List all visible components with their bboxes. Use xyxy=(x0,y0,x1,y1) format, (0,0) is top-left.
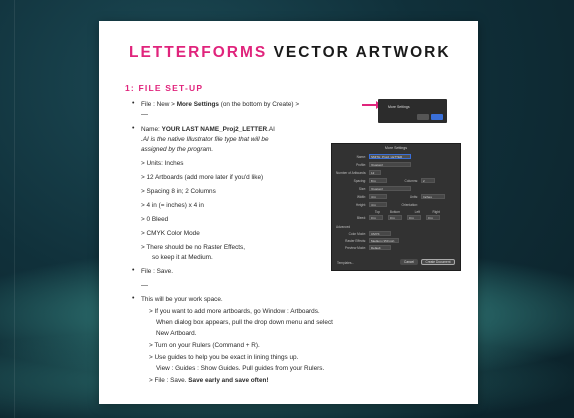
dialog-label: Size: xyxy=(358,187,366,191)
dialog-advanced: Advanced xyxy=(336,224,456,230)
text-file-save: File : Save. xyxy=(141,268,173,275)
dialog-advanced-label: Advanced xyxy=(336,225,351,229)
bullet: • xyxy=(132,100,135,107)
text-file-save-2: > File : Save. xyxy=(149,377,189,384)
dialog-label: Width: xyxy=(356,195,366,199)
dialog-size-field: [Custom] xyxy=(369,186,411,191)
dialog-row-bleed: Bleed: 0 in 0 in 0 in 0 in xyxy=(336,215,456,221)
text-new-artboard: New Artboard. xyxy=(156,330,197,337)
dialog-row-size: Size: [Custom] xyxy=(336,186,456,192)
thumb-cancel-button xyxy=(417,114,429,120)
more-settings-dialog: More Settings Name: SMITH_Proj2_LETTER P… xyxy=(331,143,461,271)
text-raster: > There should be no Raster Effects, xyxy=(141,244,246,251)
thumb-label: More Settings xyxy=(388,105,410,109)
dialog-bleed-header: Left xyxy=(414,210,420,214)
dialog-row-preview: Preview Mode: Default xyxy=(336,245,456,251)
text-rulers: > Turn on your Rulers (Command + R). xyxy=(149,342,260,349)
dialog-label: Profile: xyxy=(356,163,366,167)
text-show-guides: View : Guides : Show Guides. Pull guides… xyxy=(156,365,325,372)
separator-dash xyxy=(141,285,148,286)
background: LETTERFORMS VECTOR ARTWORK 1: FILE SET-U… xyxy=(0,0,574,418)
dialog-units-label: Units: xyxy=(409,195,418,199)
text-file-new: File : New > xyxy=(141,101,177,108)
dialog-bleed-header: Right xyxy=(432,210,440,214)
text-name-label: Name: xyxy=(141,126,162,133)
dialog-bleed-field: 0 in xyxy=(407,215,421,220)
bullet: • xyxy=(132,125,135,132)
text-more-settings: More Settings xyxy=(176,101,219,108)
more-settings-screenshot: More Settings xyxy=(378,99,447,123)
dialog-bleed-header: Bottom xyxy=(389,210,400,214)
dialog-row-spacing: Spacing: 8 in Columns: 2 xyxy=(336,178,456,184)
dialog-profile-field: [Custom] xyxy=(369,162,411,167)
dialog-row-name: Name: SMITH_Proj2_LETTER xyxy=(336,154,456,160)
text-size: > 4 in (= inches) x 4 in xyxy=(141,202,204,209)
dialog-width-field: 4 in xyxy=(369,194,387,199)
text-save-early: Save early and save often! xyxy=(188,377,269,384)
dialog-preview-field: Default xyxy=(369,245,391,250)
dialog-label: Number of Artboards: xyxy=(336,171,367,175)
dialog-row-height: Height: 4 in Orientation: xyxy=(336,202,456,208)
separator-dash xyxy=(141,114,148,115)
step-new-file: File : New > More Settings (on the botto… xyxy=(141,100,299,109)
text-work-space: This will be your work space. xyxy=(141,296,223,303)
dialog-row-profile: Profile: [Custom] xyxy=(336,162,456,168)
text-dialog-note: When dialog box appears, pull the drop d… xyxy=(156,319,333,326)
dialog-columns-label: Columns: xyxy=(404,179,418,183)
dialog-label: Spacing: xyxy=(353,179,366,183)
dialog-cancel-button: Cancel xyxy=(400,259,418,265)
dialog-color-mode-field: CMYK xyxy=(369,231,391,236)
dialog-row-width: Width: 4 in Units: Inches xyxy=(336,194,456,200)
text-spacing: > Spacing 8 in; 2 Columns xyxy=(141,188,216,195)
dialog-spacing-field: 8 in xyxy=(369,178,387,183)
thumb-create-button xyxy=(431,114,443,120)
dialog-name-field: SMITH_Proj2_LETTER xyxy=(369,154,411,159)
title-part-1: LETTERFORMS xyxy=(129,44,268,61)
dialog-bleed-header: Top xyxy=(374,210,380,214)
dialog-orientation-label: Orientation: xyxy=(401,203,418,207)
text-guides: > Use guides to help you be exact in lin… xyxy=(149,354,299,361)
title-part-2: VECTOR ARTWORK xyxy=(273,44,451,61)
page-title: LETTERFORMS VECTOR ARTWORK xyxy=(129,44,451,62)
dialog-artboards-field: 12 xyxy=(369,170,381,175)
dialog-label: Height: xyxy=(355,203,366,207)
dialog-units-field: Inches xyxy=(421,194,445,199)
text-bleed: > 0 Bleed xyxy=(141,216,169,223)
step-name: Name: YOUR LAST NAME_Proj2_LETTER.AI xyxy=(141,125,275,134)
dialog-row-color-mode: Color Mode: CMYK xyxy=(336,231,456,237)
dialog-create-button: Create Document xyxy=(421,259,455,265)
text-bottom-note: (on the bottom by Create) > xyxy=(218,101,300,108)
dialog-row-raster: Raster Effects: Medium (150 ppi) xyxy=(336,238,456,244)
text-artboards: > 12 Artboards (add more later if you'd … xyxy=(141,174,264,181)
bullet: • xyxy=(132,295,135,302)
dialog-label: Name: xyxy=(356,155,366,159)
document-page: LETTERFORMS VECTOR ARTWORK 1: FILE SET-U… xyxy=(99,21,478,404)
dialog-raster-field: Medium (150 ppi) xyxy=(369,238,399,243)
text-units: > Units: Inches xyxy=(141,160,184,167)
bullet: • xyxy=(132,267,135,274)
text-save-often: > File : Save. Save early and save often… xyxy=(149,376,269,385)
dialog-bleed-field: 0 in xyxy=(388,215,402,220)
dialog-templates-button: Templates... xyxy=(337,261,355,265)
dialog-label: Raster Effects: xyxy=(345,239,366,243)
dialog-columns-field: 2 xyxy=(421,178,435,183)
text-ai-note: .AI is the native Illustrator file type … xyxy=(141,136,269,143)
text-extension: .AI xyxy=(267,126,275,133)
dialog-title: More Settings xyxy=(384,146,408,150)
background-line xyxy=(14,0,15,418)
dialog-row-artboards: Number of Artboards: 12 xyxy=(336,170,456,176)
section-heading: 1: FILE SET-UP xyxy=(125,83,204,93)
dialog-bleed-field: 0 in xyxy=(369,215,383,220)
text-add-artboards: > If you want to add more artboards, go … xyxy=(149,308,320,315)
text-ai-note-2: assigned by the program. xyxy=(141,146,214,153)
text-raster-2: so keep it at Medium. xyxy=(152,254,213,261)
dialog-label: Bleed: xyxy=(356,216,366,220)
dialog-bleed-field: 0 in xyxy=(426,215,440,220)
dialog-label: Color Mode: xyxy=(348,232,366,236)
dialog-label: Preview Mode: xyxy=(344,246,366,250)
text-color-mode: > CMYK Color Mode xyxy=(141,230,200,237)
dialog-height-field: 4 in xyxy=(369,202,387,207)
text-filename: YOUR LAST NAME_Proj2_LETTER xyxy=(161,126,268,133)
